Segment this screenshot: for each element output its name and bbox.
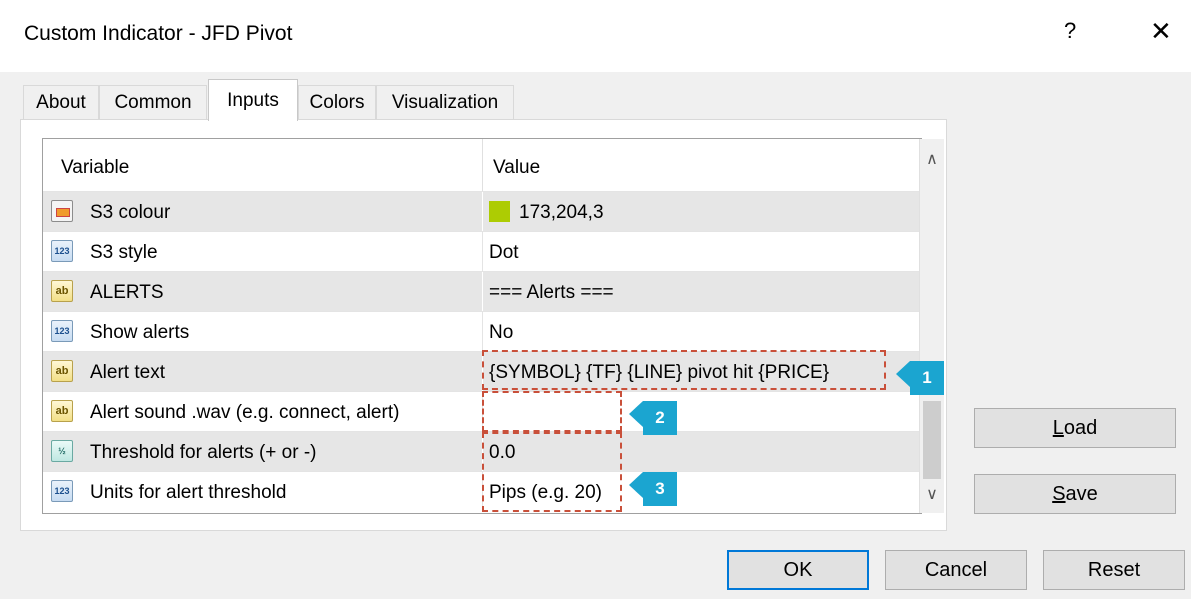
title-bar: Custom Indicator - JFD Pivot ? ✕ bbox=[0, 0, 1191, 72]
load-button-label: oad bbox=[1063, 416, 1098, 439]
row-variable-name: ALERTS bbox=[90, 282, 164, 303]
save-button[interactable]: Save bbox=[974, 474, 1176, 514]
table-row[interactable]: ab ALERTS === Alerts === bbox=[43, 271, 921, 312]
column-header-value[interactable]: Value bbox=[493, 157, 540, 179]
color-swatch bbox=[489, 201, 510, 222]
save-button-mnemonic: S bbox=[1052, 482, 1066, 505]
row-variable-name: Units for alert threshold bbox=[90, 482, 287, 503]
tab-colors[interactable]: Colors bbox=[298, 85, 376, 119]
ab-icon: ab bbox=[51, 360, 73, 382]
scroll-down-icon[interactable]: ∨ bbox=[920, 484, 944, 504]
row-value[interactable]: === Alerts === bbox=[489, 282, 614, 304]
row-variable-name: Alert sound .wav (e.g. connect, alert) bbox=[90, 402, 400, 423]
ab-icon: ab bbox=[51, 400, 73, 422]
row-variable-name: S3 colour bbox=[90, 202, 171, 223]
row-variable-name: S3 style bbox=[90, 242, 158, 263]
inputs-grid: Variable Value S3 colour 173,204,3 123 S… bbox=[42, 138, 922, 514]
scroll-thumb[interactable] bbox=[923, 401, 941, 479]
ab-icon: ab bbox=[51, 280, 73, 302]
table-row[interactable]: 123 S3 style Dot bbox=[43, 231, 921, 272]
half-icon: ½ bbox=[51, 440, 73, 462]
row-variable-name: Alert text bbox=[90, 362, 165, 383]
row-value[interactable]: 0.0 bbox=[489, 442, 515, 464]
save-button-label: ave bbox=[1065, 482, 1098, 505]
close-button[interactable]: ✕ bbox=[1150, 16, 1172, 47]
123-icon: 123 bbox=[51, 240, 73, 262]
load-button[interactable]: Load bbox=[974, 408, 1176, 448]
scroll-up-icon[interactable]: ∧ bbox=[920, 149, 944, 169]
row-variable-name: Threshold for alerts (+ or -) bbox=[90, 442, 317, 463]
table-row[interactable]: S3 colour 173,204,3 bbox=[43, 191, 921, 232]
annotation-badge-2: 2 bbox=[629, 401, 677, 435]
row-variable-name: Show alerts bbox=[90, 322, 190, 343]
grid-scrollbar[interactable]: ∧ ∨ bbox=[919, 139, 944, 513]
column-divider[interactable] bbox=[482, 139, 483, 191]
table-row[interactable]: 123 Units for alert threshold Pips (e.g.… bbox=[43, 471, 921, 512]
annotation-badge-1: 1 bbox=[896, 361, 944, 395]
load-button-mnemonic: L bbox=[1052, 416, 1064, 439]
column-header-variable[interactable]: Variable bbox=[61, 157, 129, 179]
row-value[interactable]: Pips (e.g. 20) bbox=[489, 482, 602, 504]
row-value[interactable]: 173,204,3 bbox=[519, 202, 604, 224]
row-value[interactable]: {SYMBOL} {TF} {LINE} pivot hit {PRICE} bbox=[489, 362, 829, 384]
table-row[interactable]: 123 Show alerts No bbox=[43, 311, 921, 352]
annotation-badge-3: 3 bbox=[629, 472, 677, 506]
row-value[interactable]: No bbox=[489, 322, 513, 344]
reset-button[interactable]: Reset bbox=[1043, 550, 1185, 590]
window-title: Custom Indicator - JFD Pivot bbox=[24, 22, 293, 45]
123-icon: 123 bbox=[51, 480, 73, 502]
tab-about[interactable]: About bbox=[23, 85, 99, 119]
table-row[interactable]: ab Alert text {SYMBOL} {TF} {LINE} pivot… bbox=[43, 351, 921, 392]
help-button[interactable]: ? bbox=[1064, 18, 1076, 44]
row-value[interactable]: Dot bbox=[489, 242, 519, 264]
ok-button[interactable]: OK bbox=[727, 550, 869, 590]
grid-header: Variable Value bbox=[43, 139, 921, 191]
table-row[interactable]: ab Alert sound .wav (e.g. connect, alert… bbox=[43, 391, 921, 432]
tab-inputs[interactable]: Inputs bbox=[208, 79, 298, 121]
table-row[interactable]: ½ Threshold for alerts (+ or -) 0.0 bbox=[43, 431, 921, 472]
color-icon bbox=[51, 200, 73, 222]
cancel-button[interactable]: Cancel bbox=[885, 550, 1027, 590]
tab-visualization[interactable]: Visualization bbox=[376, 85, 514, 119]
123-icon: 123 bbox=[51, 320, 73, 342]
tab-common[interactable]: Common bbox=[99, 85, 207, 119]
